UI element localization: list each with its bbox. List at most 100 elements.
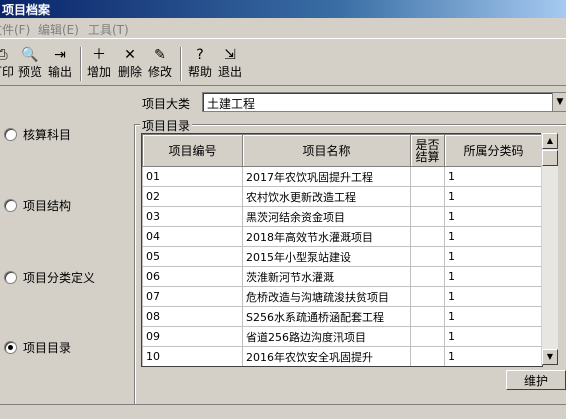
table-cell[interactable]: 06 — [142, 266, 243, 287]
status-bar — [0, 404, 566, 419]
menu-edit[interactable]: 编辑(E) — [38, 21, 79, 38]
radio-project-directory[interactable]: 项目目录 — [4, 339, 71, 356]
table-cell[interactable] — [410, 306, 445, 327]
exit-icon: ⇲ — [224, 47, 236, 63]
printer-icon: ⎙ — [0, 47, 8, 63]
table-cell[interactable] — [410, 346, 445, 366]
table-row[interactable]: 02 农村饮水更新改造工程 1 — [142, 186, 542, 207]
table-cell[interactable] — [410, 206, 445, 227]
help-label: 帮助 — [187, 65, 212, 79]
radio-project-category-definition[interactable]: 项目分类定义 — [4, 269, 95, 286]
table-cell[interactable] — [410, 186, 445, 207]
table-cell[interactable]: 1 — [444, 306, 542, 327]
radio-dot-selected[interactable] — [4, 341, 17, 354]
exit-button[interactable]: ⇲ 退出 — [216, 45, 244, 83]
table-row[interactable]: 10 2016年农饮安全巩固提升 1 — [142, 346, 542, 366]
preview-label: 预览 — [17, 65, 42, 79]
table-cell[interactable]: 02 — [142, 186, 243, 207]
title-bar: 项目档案 — [0, 0, 566, 18]
table-cell[interactable]: 1 — [444, 326, 542, 347]
table-row[interactable]: 03 黑茨河结余资金项目 1 — [142, 206, 542, 227]
table-row[interactable]: 05 2015年小型泵站建设 1 — [142, 246, 542, 267]
exit-label: 退出 — [217, 65, 242, 79]
toolbar: ⎙ 打印 🔍 预览 ⇥ 输出 ＋ 增加 ✕ 删除 ✎ 修改 ? 帮助 ⇲ 退出 — [0, 38, 566, 86]
table-cell[interactable]: 04 — [142, 226, 243, 247]
category-select[interactable]: 土建工程 ▼ — [202, 92, 566, 112]
preview-button[interactable]: 🔍 预览 — [16, 45, 44, 83]
table-cell[interactable]: 2017年农饮巩固提升工程 — [242, 166, 411, 187]
print-button[interactable]: ⎙ 打印 — [0, 45, 14, 83]
table-cell[interactable]: 09 — [142, 326, 243, 347]
table-cell[interactable]: 茨淮新河节水灌溉 — [242, 266, 411, 287]
table-cell[interactable] — [410, 246, 445, 267]
column-header[interactable]: 项目名称 — [242, 134, 411, 167]
scroll-down-icon[interactable]: ▼ — [542, 349, 558, 365]
menu-file[interactable]: 文件(F) — [0, 21, 30, 38]
edit-button[interactable]: ✎ 修改 — [146, 45, 174, 83]
table-cell[interactable]: 03 — [142, 206, 243, 227]
table-cell[interactable]: 1 — [444, 166, 542, 187]
help-icon: ? — [196, 47, 204, 63]
table-cell[interactable]: 1 — [444, 226, 542, 247]
table-cell[interactable]: 1 — [444, 286, 542, 307]
radio-project-structure[interactable]: 项目结构 — [4, 197, 71, 214]
table-cell[interactable]: 2018年高效节水灌溉项目 — [242, 226, 411, 247]
table-cell[interactable]: 1 — [444, 186, 542, 207]
table-cell[interactable]: 08 — [142, 306, 243, 327]
print-label: 打印 — [0, 65, 15, 79]
menu-tools[interactable]: 工具(T) — [88, 21, 129, 38]
table-cell[interactable]: 2015年小型泵站建设 — [242, 246, 411, 267]
column-header[interactable]: 所属分类码 — [444, 134, 542, 167]
delete-button[interactable]: ✕ 删除 — [116, 45, 144, 83]
table-row[interactable]: 04 2018年高效节水灌溉项目 1 — [142, 226, 542, 247]
table-cell[interactable]: 07 — [142, 286, 243, 307]
table-row[interactable]: 06 茨淮新河节水灌溉 1 — [142, 266, 542, 287]
table-cell[interactable]: 1 — [444, 266, 542, 287]
radio-dot[interactable] — [4, 271, 17, 284]
help-button[interactable]: ? 帮助 — [186, 45, 214, 83]
table-cell[interactable]: 农村饮水更新改造工程 — [242, 186, 411, 207]
table-cell[interactable]: 危桥改造与沟塘疏浚扶贫项目 — [242, 286, 411, 307]
table-cell[interactable]: 05 — [142, 246, 243, 267]
directory-title: 项目目录 — [140, 117, 193, 134]
table-cell[interactable] — [410, 266, 445, 287]
table-cell[interactable] — [410, 326, 445, 347]
radio-accounting-subject[interactable]: 核算科目 — [4, 126, 71, 143]
scroll-up-icon[interactable]: ▲ — [542, 133, 558, 149]
table-cell[interactable]: 01 — [142, 166, 243, 187]
add-button[interactable]: ＋ 增加 — [85, 45, 113, 83]
maintain-button[interactable]: 维护 — [506, 370, 566, 390]
export-label: 输出 — [47, 65, 72, 79]
scroll-thumb[interactable] — [542, 150, 558, 166]
table-row[interactable]: 08 S256水系疏通桥涵配套工程 1 — [142, 306, 542, 327]
table-row[interactable]: 07 危桥改造与沟塘疏浚扶贫项目 1 — [142, 286, 542, 307]
project-table: 项目编号 项目名称 是否结算 所属分类码 01 2017年农饮巩固提升工程 1 02… — [141, 133, 543, 367]
add-label: 增加 — [86, 65, 111, 79]
table-cell[interactable]: 黑茨河结余资金项目 — [242, 206, 411, 227]
column-header[interactable]: 是否结算 — [410, 134, 445, 167]
table-cell[interactable]: 1 — [444, 206, 542, 227]
radio-dot[interactable] — [4, 199, 17, 212]
table-row[interactable]: 01 2017年农饮巩固提升工程 1 — [142, 166, 542, 187]
table-cell[interactable]: 1 — [444, 246, 542, 267]
vertical-scrollbar[interactable]: ▲ ▼ — [541, 133, 558, 365]
table-cell[interactable]: 2016年农饮安全巩固提升 — [242, 346, 411, 366]
chevron-down-icon[interactable]: ▼ — [552, 93, 566, 111]
table-cell[interactable] — [410, 226, 445, 247]
column-header[interactable]: 项目编号 — [142, 134, 243, 167]
table-cell[interactable] — [410, 286, 445, 307]
table-row[interactable]: 09 省道256路边沟度汛项目 1 — [142, 326, 542, 347]
radio-dot[interactable] — [4, 128, 17, 141]
table-cell[interactable]: 省道256路边沟度汛项目 — [242, 326, 411, 347]
table-cell[interactable] — [410, 166, 445, 187]
category-label: 项目大类 — [142, 97, 191, 111]
option-panel: 核算科目 项目结构 项目分类定义 项目目录 — [0, 86, 128, 404]
table-cell[interactable]: 1 — [444, 346, 542, 366]
radio-label: 项目分类定义 — [23, 271, 96, 285]
table-cell[interactable]: S256水系疏通桥涵配套工程 — [242, 306, 411, 327]
delete-icon: ✕ — [124, 47, 136, 63]
export-button[interactable]: ⇥ 输出 — [46, 45, 74, 83]
edit-label: 修改 — [147, 65, 172, 79]
table-cell[interactable]: 10 — [142, 346, 243, 366]
toolbar-separator — [180, 47, 182, 81]
